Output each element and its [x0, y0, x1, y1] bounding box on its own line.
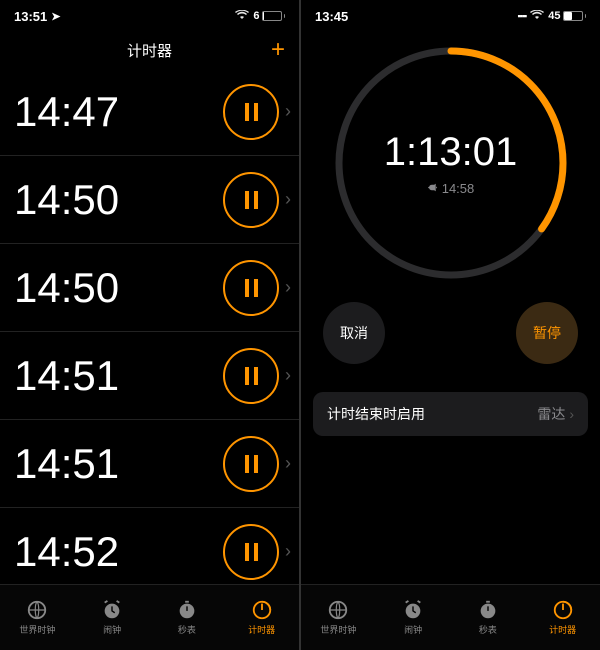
alarm-icon [402, 599, 424, 621]
tab-world-clock[interactable]: 世界时钟 [301, 585, 376, 650]
pause-timer-button[interactable] [223, 524, 279, 580]
pause-icon [245, 279, 258, 297]
status-time: 13:51 [14, 9, 47, 24]
timer-time: 14:51 [14, 440, 223, 488]
tab-timer[interactable]: 计时器 [525, 585, 600, 650]
timer-end-sound-row[interactable]: 计时结束时启用 雷达 › [313, 392, 588, 436]
status-time: 13:45 [315, 9, 348, 24]
timer-row[interactable]: 14:51 › [0, 420, 299, 508]
header: 计时器 + [0, 32, 299, 68]
timer-row[interactable]: 14:50 › [0, 244, 299, 332]
stopwatch-icon [477, 599, 499, 621]
tab-alarm[interactable]: 闹钟 [376, 585, 451, 650]
timer-time: 14:51 [14, 352, 223, 400]
timer-time: 14:52 [14, 528, 223, 576]
status-bar: 13:51 ➤ 6 [0, 0, 299, 32]
bell-icon [427, 181, 438, 196]
tab-label: 世界时钟 [320, 623, 356, 636]
chevron-right-icon: › [285, 453, 291, 474]
tab-label: 闹钟 [103, 623, 121, 636]
alarm-icon [101, 599, 123, 621]
sound-row-value: 雷达 [537, 404, 565, 424]
cancel-button[interactable]: 取消 [323, 302, 385, 364]
wifi-icon [530, 10, 544, 23]
pause-icon [245, 543, 258, 561]
chevron-right-icon: › [285, 101, 291, 122]
tab-label: 计时器 [549, 623, 576, 636]
tab-bar: 世界时钟 闹钟 秒表 计时器 [0, 584, 299, 650]
stopwatch-icon [176, 599, 198, 621]
chevron-right-icon: › [285, 541, 291, 562]
battery-pct: 6 [253, 10, 259, 22]
chevron-right-icon: › [285, 189, 291, 210]
tab-world-clock[interactable]: 世界时钟 [0, 585, 75, 650]
globe-icon [327, 599, 349, 621]
timer-ring: 1:13:01 14:58 [332, 44, 570, 282]
pause-icon [245, 191, 258, 209]
tab-label: 秒表 [178, 623, 196, 636]
pause-timer-button[interactable] [223, 172, 279, 228]
location-icon: ➤ [51, 10, 60, 23]
timer-row[interactable]: 14:50 › [0, 156, 299, 244]
tab-stopwatch[interactable]: 秒表 [451, 585, 526, 650]
tab-label: 闹钟 [404, 623, 422, 636]
pause-timer-button[interactable] [223, 260, 279, 316]
globe-icon [26, 599, 48, 621]
chevron-right-icon: › [569, 406, 574, 422]
battery-pct: 45 [548, 10, 560, 22]
tab-label: 秒表 [479, 623, 497, 636]
battery-indicator: 45 [548, 10, 586, 22]
time-remaining: 1:13:01 [384, 130, 517, 175]
chevron-right-icon: › [285, 277, 291, 298]
timer-icon [552, 599, 574, 621]
tab-label: 世界时钟 [19, 623, 55, 636]
timer-icon [251, 599, 273, 621]
timer-time: 14:47 [14, 88, 223, 136]
timer-time: 14:50 [14, 176, 223, 224]
pause-timer-button[interactable] [223, 436, 279, 492]
sound-row-label: 计时结束时启用 [327, 404, 425, 424]
chevron-right-icon: › [285, 365, 291, 386]
page-title: 计时器 [127, 40, 172, 61]
timer-end-time: 14:58 [442, 181, 475, 196]
pause-icon [245, 455, 258, 473]
add-timer-button[interactable]: + [271, 36, 285, 64]
timer-row[interactable]: 14:51 › [0, 332, 299, 420]
timer-row[interactable]: 14:52 › [0, 508, 299, 584]
tab-bar: 世界时钟 闹钟 秒表 计时器 [301, 584, 600, 650]
right-screen: 13:45 ▪▪▪▪ 45 1:13:01 [301, 0, 600, 650]
pause-button[interactable]: 暂停 [516, 302, 578, 364]
left-screen: 13:51 ➤ 6 计时器 + 14:47 › 14:50 › 14:50 › 14:51 ›… [0, 0, 299, 650]
signal-icon: ▪▪▪▪ [517, 11, 526, 21]
tab-label: 计时器 [248, 623, 275, 636]
wifi-icon [235, 10, 249, 23]
battery-indicator: 6 [253, 10, 285, 22]
tab-timer[interactable]: 计时器 [224, 585, 299, 650]
tab-stopwatch[interactable]: 秒表 [150, 585, 225, 650]
pause-timer-button[interactable] [223, 84, 279, 140]
pause-icon [245, 103, 258, 121]
pause-icon [245, 367, 258, 385]
status-bar: 13:45 ▪▪▪▪ 45 [301, 0, 600, 32]
timer-row[interactable]: 14:47 › [0, 68, 299, 156]
timer-time: 14:50 [14, 264, 223, 312]
timer-list: 14:47 › 14:50 › 14:50 › 14:51 › 14:51 › 14:52 › [0, 68, 299, 584]
tab-alarm[interactable]: 闹钟 [75, 585, 150, 650]
pause-timer-button[interactable] [223, 348, 279, 404]
